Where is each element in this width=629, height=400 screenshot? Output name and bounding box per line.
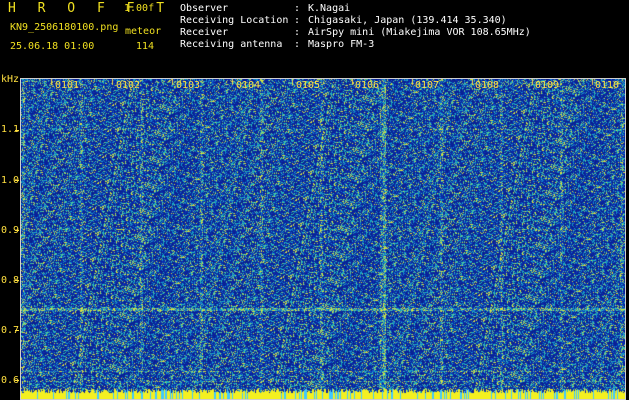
x-tick-label: 0104 [236,80,261,91]
x-tick-label: 0103 [176,80,201,91]
info-row-observer: Observer: K.Nagai [180,3,351,14]
station-info: Observer: K.Nagai Receiving Location: Chig… [180,3,531,51]
info-row-receiver: Receiver: AirSpy mini (Miakejima VOR 108.… [180,27,531,38]
x-tick-label: 0109 [535,80,560,91]
y-tick-mark [15,230,19,231]
info-row-location: Receiving Location: Chigasaki, Japan (139… [180,15,507,26]
y-tick-mark [15,130,19,131]
app-version: 1.00f [124,3,155,14]
y-tick-mark [15,280,19,281]
observation-datetime: 25.06.18 01:00 [10,41,95,52]
header-panel: H R O F F T 1.00f KN9_2506180100.png met… [0,0,629,72]
y-axis-unit: kHz [1,74,20,85]
detection-mode: meteor [125,26,162,37]
x-tick-label: 0102 [116,80,141,91]
x-tick-label: 0101 [55,80,80,91]
x-tick-label: 0105 [296,80,321,91]
y-tick-mark [15,330,19,331]
spectrogram-plot[interactable] [20,78,626,400]
waterfall-canvas[interactable] [21,79,625,399]
x-tick-label: 0107 [415,80,440,91]
x-tick-label: 0110 [595,80,620,91]
x-tick-label: 0108 [475,80,500,91]
y-tick-mark [15,380,19,381]
info-row-antenna: Receiving antenna: Maspro FM-3 [180,39,375,50]
file-name: KN9_2506180100.png [10,22,119,33]
echo-count: 114 [135,41,154,52]
y-tick-mark [15,180,19,181]
x-tick-label: 0106 [355,80,380,91]
